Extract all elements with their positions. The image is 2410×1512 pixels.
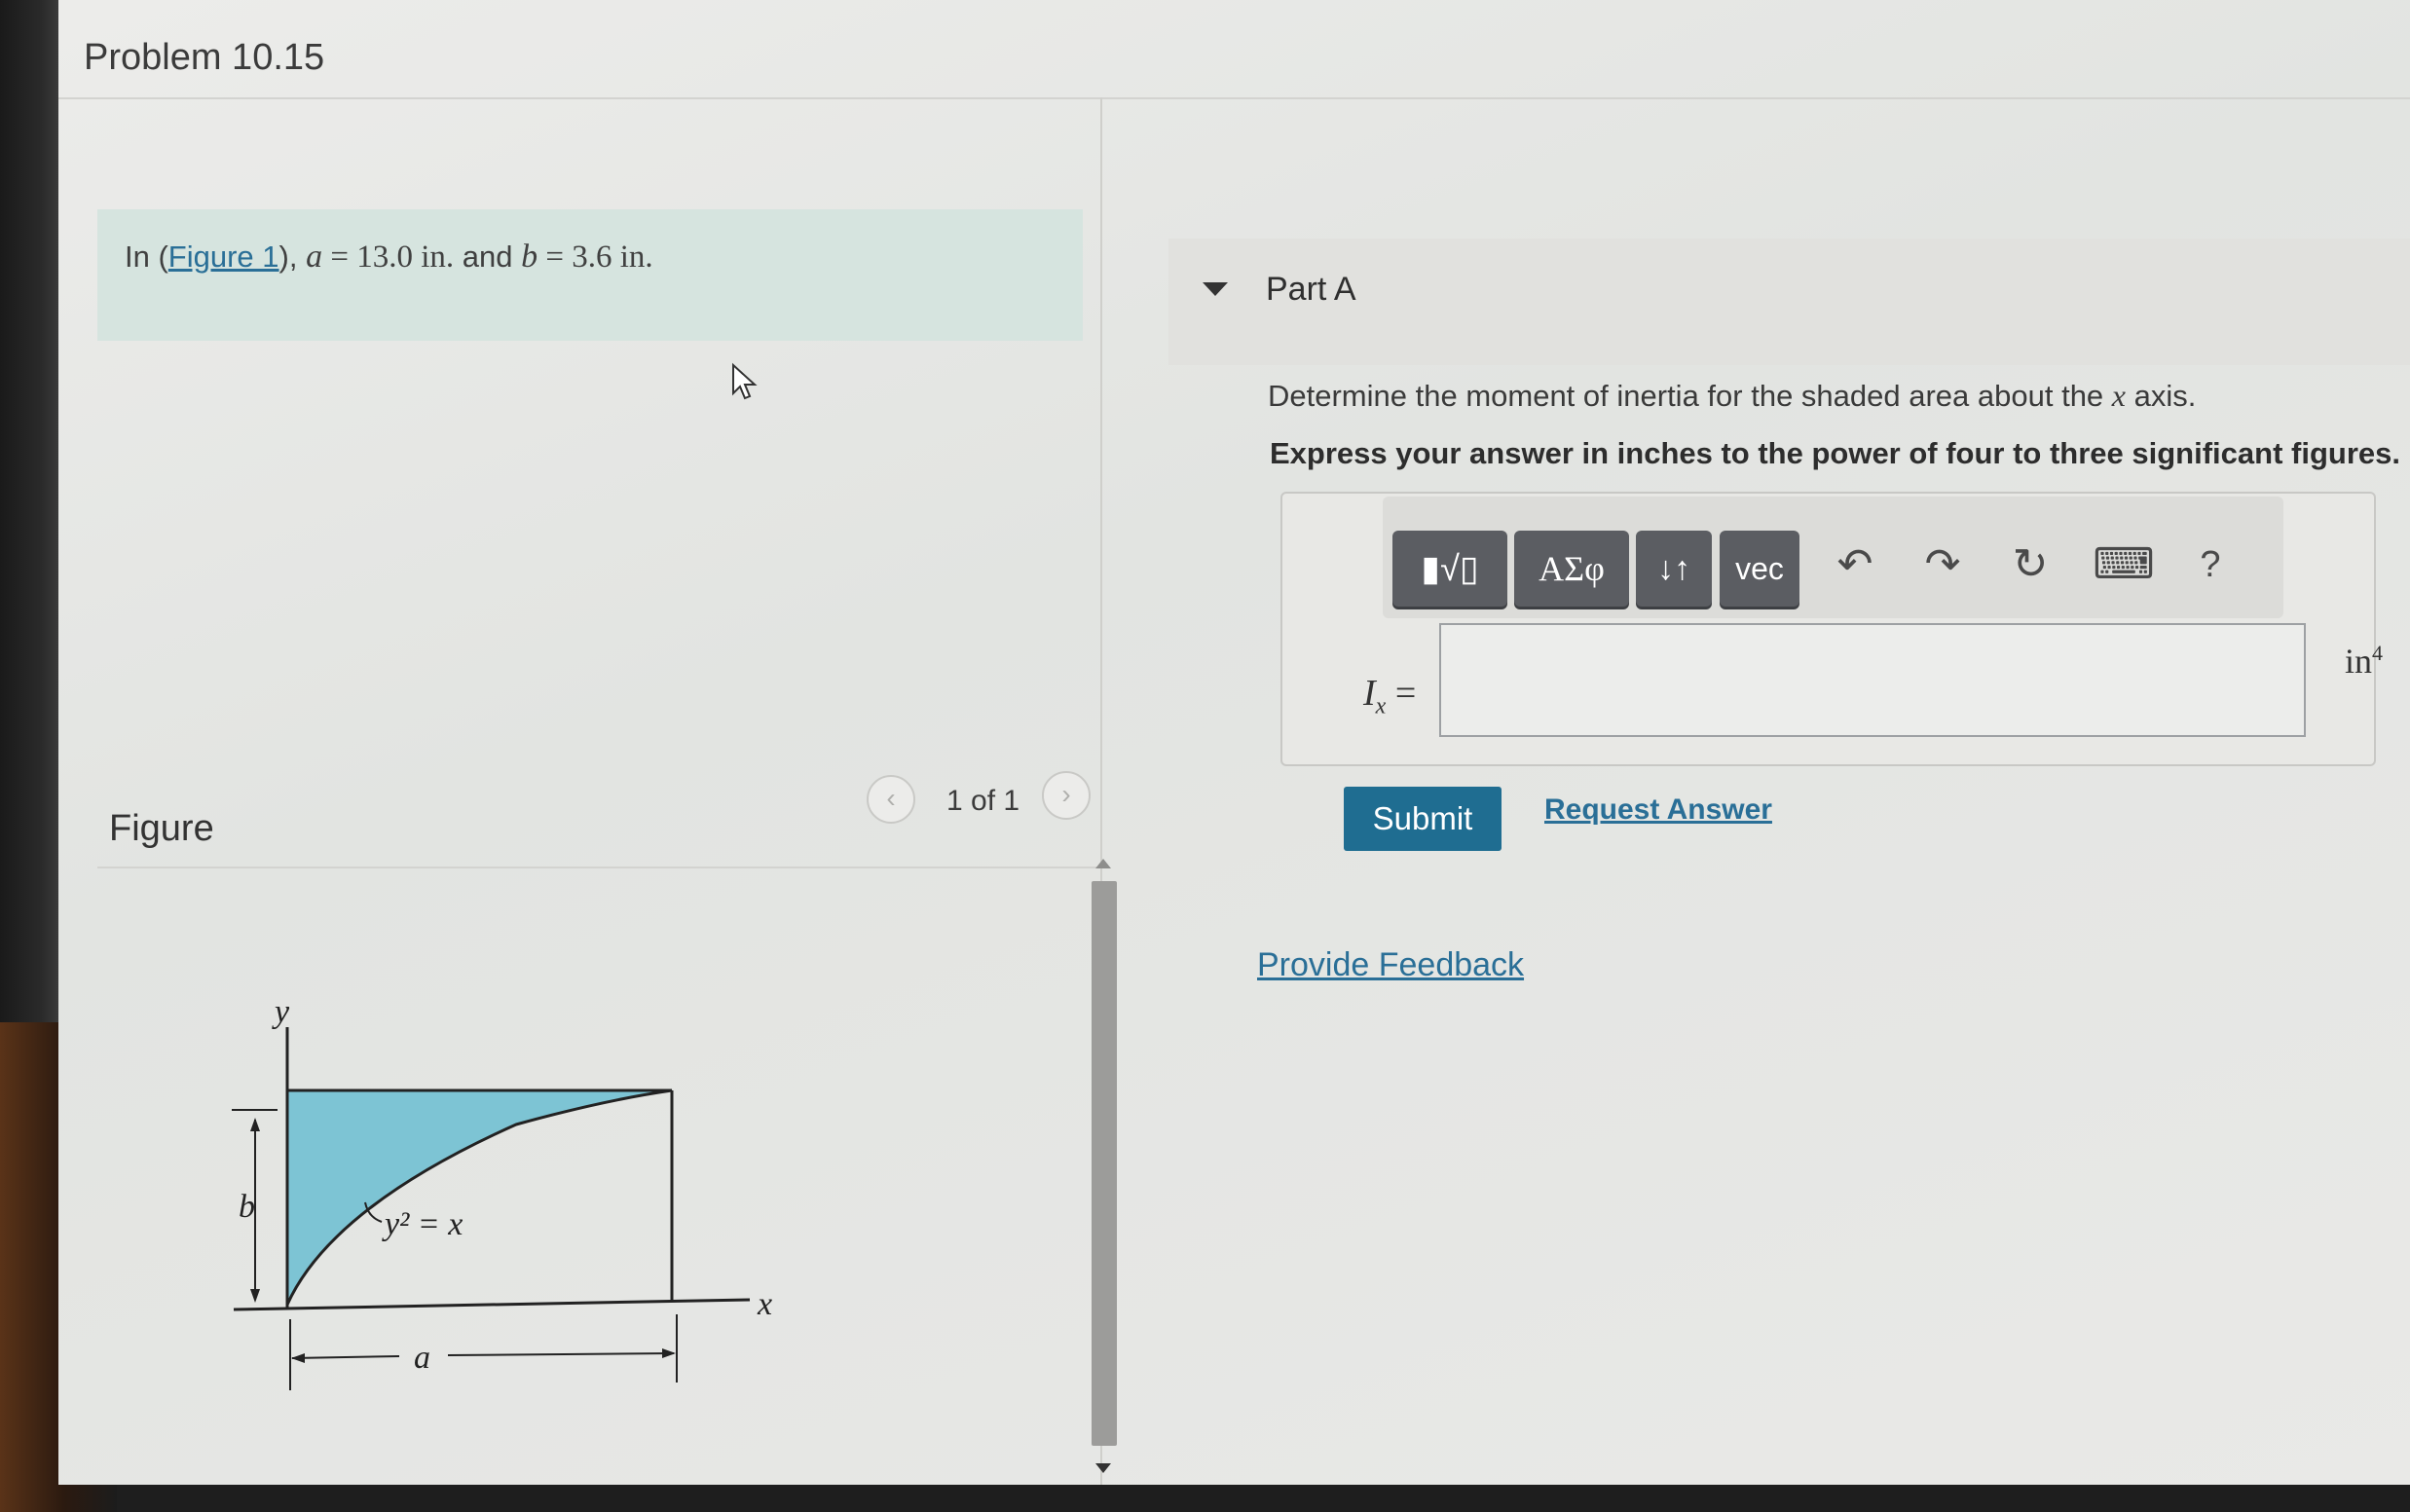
shaded-area [285, 1088, 673, 1306]
figure-scrollbar[interactable] [1086, 857, 1121, 1480]
problem-title: Problem 10.15 [84, 37, 325, 78]
answer-input[interactable] [1439, 623, 2306, 737]
question-variable: x [2111, 378, 2126, 413]
a-variable: a [306, 239, 323, 275]
subscript-superscript-button[interactable]: ↓↑ [1636, 531, 1712, 607]
figure-diagram: y x b a y² = x [232, 994, 772, 1390]
curve-equation-label: y² = x [382, 1206, 463, 1242]
figure-label: Figure [109, 808, 214, 849]
x-axis-label: x [757, 1286, 772, 1322]
scroll-thumb[interactable] [1092, 881, 1117, 1446]
question-text-end: axis. [2126, 379, 2197, 413]
x-axis [233, 1298, 751, 1311]
next-figure-button[interactable]: › [1042, 771, 1091, 820]
keyboard-icon[interactable]: ⌨ [2089, 531, 2159, 599]
unit-label: in4 [2345, 641, 2383, 682]
equals-sign: = [1386, 673, 1417, 714]
question-text: Determine the moment of inertia for the … [1268, 378, 2196, 414]
y-axis-label: y [272, 994, 290, 1030]
variable-i: I [1363, 673, 1376, 714]
vector-button[interactable]: vec [1720, 531, 1799, 607]
a-arrow-left-icon [291, 1353, 305, 1363]
reset-icon[interactable]: ↻ [2001, 531, 2059, 599]
chevron-right-icon: › [1061, 779, 1071, 809]
greek-symbols-icon: ΑΣφ [1539, 549, 1605, 588]
redo-icon[interactable]: ↷ [1913, 531, 1972, 599]
variable-subscript: x [1375, 693, 1387, 719]
prev-figure-button[interactable]: ‹ [867, 775, 915, 824]
answer-instruction: Express your answer in inches to the pow… [1270, 436, 2400, 470]
b-value: = 3.6 in. [538, 240, 653, 275]
unit-exponent: 4 [2372, 641, 2384, 665]
figure-page-count: 1 of 1 [946, 785, 1020, 817]
scroll-down-icon[interactable] [1095, 1463, 1111, 1473]
a-arrow-right-icon [662, 1348, 676, 1358]
figure-divider [97, 867, 1100, 868]
problem-header: Problem 10.15 [58, 0, 2410, 99]
a-dimension-line-left [291, 1355, 400, 1359]
answer-variable-label: Ix = [1363, 672, 1416, 720]
scroll-up-icon[interactable] [1095, 859, 1111, 868]
figure-link[interactable]: Figure 1 [168, 240, 279, 274]
question-text-start: Determine the moment of inertia for the … [1268, 379, 2112, 413]
a-label: a [414, 1340, 430, 1376]
greek-symbols-button[interactable]: ΑΣφ [1514, 531, 1629, 607]
b-arrow-down-icon [250, 1289, 260, 1303]
screen: Problem 10.15 In (Figure 1), a = 13.0 in… [58, 0, 2410, 1485]
templates-icon: ▮√▯ [1421, 548, 1479, 588]
b-label: b [239, 1189, 255, 1225]
statement-text: In ( [125, 240, 168, 274]
a-value: = 13.0 in. [322, 240, 455, 275]
monitor-bezel-bottom [117, 1485, 2410, 1512]
chevron-left-icon: ‹ [886, 783, 896, 813]
part-title[interactable]: Part A [1266, 271, 1356, 309]
templates-button[interactable]: ▮√▯ [1392, 531, 1507, 607]
unit-text: in [2345, 642, 2373, 681]
submit-button[interactable]: Submit [1344, 787, 1502, 851]
provide-feedback-link[interactable]: Provide Feedback [1257, 946, 1524, 984]
collapse-caret-icon[interactable] [1203, 282, 1228, 296]
statement-text: and [454, 240, 522, 274]
undo-icon[interactable]: ↶ [1826, 531, 1884, 599]
mouse-cursor-icon [732, 362, 758, 400]
problem-statement: In (Figure 1), a = 13.0 in. and b = 3.6 … [97, 209, 1083, 341]
request-answer-link[interactable]: Request Answer [1544, 793, 1772, 827]
statement-text: ), [278, 240, 307, 274]
a-dimension-line-right [447, 1352, 675, 1356]
vector-icon: vec [1735, 551, 1784, 586]
up-down-arrows-icon: ↓↑ [1657, 550, 1690, 587]
b-variable: b [521, 239, 538, 275]
help-icon[interactable]: ? [2181, 531, 2240, 599]
b-arrow-up-icon [250, 1118, 260, 1131]
